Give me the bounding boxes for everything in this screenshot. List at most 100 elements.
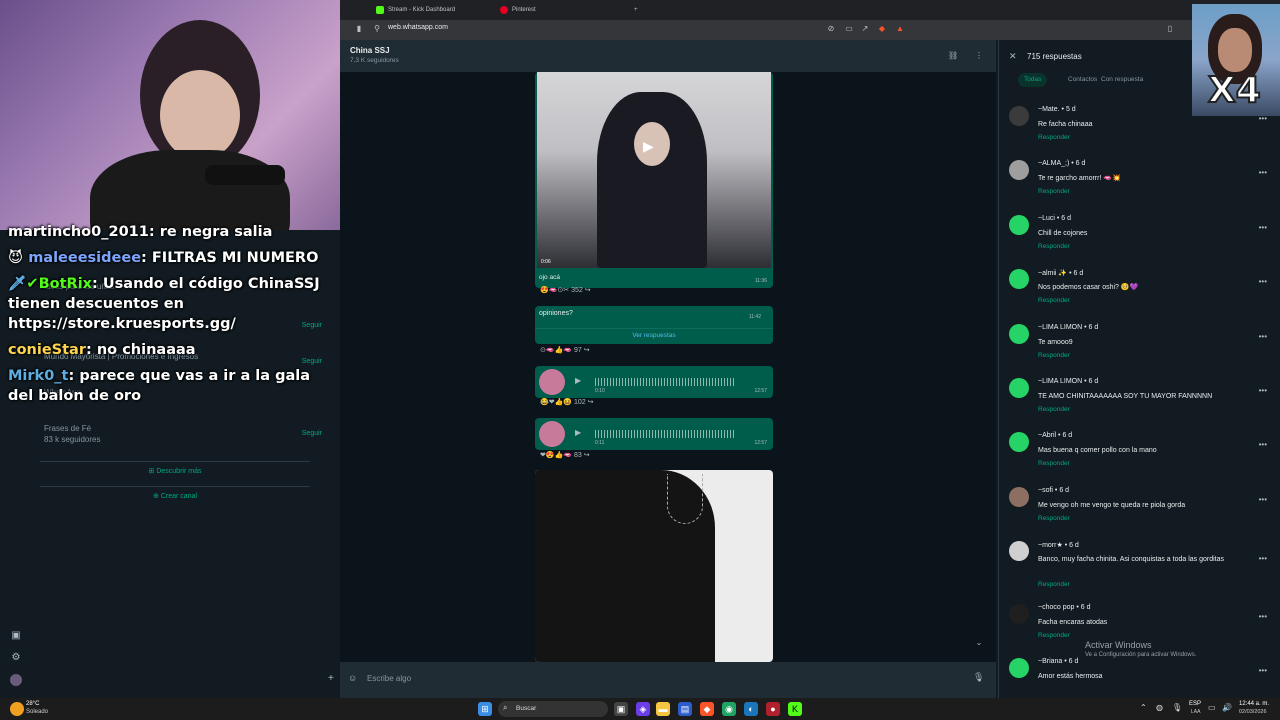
reply-author[interactable]: ~LIMA LIMON • 6 d (1038, 378, 1098, 385)
reply-avatar[interactable] (1009, 324, 1029, 344)
reply-avatar[interactable] (1009, 432, 1029, 452)
reply-avatar[interactable] (1009, 658, 1029, 678)
profile-avatar[interactable] (10, 674, 22, 686)
cast-icon[interactable]: ▭ (844, 24, 854, 34)
clock-time[interactable]: 12:44 a. m. (1239, 701, 1269, 707)
reply-author[interactable]: ~ALMA_;) • 6 d (1038, 160, 1085, 167)
channel-item[interactable]: Frases de Fé (44, 424, 324, 433)
copilot-icon[interactable]: ◈ (636, 702, 650, 716)
reactions-bar[interactable]: 😂❤👍😆 102 ↪ (540, 398, 593, 406)
reply-avatar[interactable] (1009, 541, 1029, 561)
filter-all[interactable]: Todas (1018, 73, 1048, 87)
reply-button[interactable]: Responder (1038, 515, 1070, 522)
reply-menu-icon[interactable]: ••• (1259, 612, 1267, 621)
reply-button[interactable]: Responder (1038, 406, 1070, 413)
reply-button[interactable]: Responder (1038, 581, 1070, 588)
new-tab-button[interactable]: + (620, 2, 638, 18)
reply-menu-icon[interactable]: ••• (1259, 223, 1267, 232)
reply-menu-icon[interactable]: ••• (1259, 277, 1267, 286)
message-input[interactable]: Escribe algo (367, 674, 411, 683)
reply-avatar[interactable] (1009, 106, 1029, 126)
reactions-bar[interactable]: 😍🫦⊙✂ 352 ↪ (540, 286, 591, 294)
reply-menu-icon[interactable]: ••• (1259, 332, 1267, 341)
reply-author[interactable]: ~LIMA LIMON • 6 d (1038, 324, 1098, 331)
reply-author[interactable]: ~Luci • 6 d (1038, 215, 1071, 222)
sticker-icon[interactable]: ☺ (348, 673, 357, 683)
channel-header[interactable]: China SSJ 7,3 K seguidores ⛓ ⋮ (340, 40, 996, 72)
reply-avatar[interactable] (1009, 378, 1029, 398)
reactions-bar[interactable]: ⊙🫦👍🫦 97 ↪ (540, 346, 590, 354)
reply-menu-icon[interactable]: ••• (1259, 554, 1267, 563)
reply-menu-icon[interactable]: ••• (1259, 495, 1267, 504)
obs-icon[interactable]: ● (766, 702, 780, 716)
settings-icon[interactable]: ⚙ (10, 652, 22, 664)
file-explorer-icon[interactable]: ▬ (656, 702, 670, 716)
create-channel-button[interactable]: ⊕ Crear canal (40, 486, 310, 506)
steam-icon[interactable]: ◐ (744, 702, 758, 716)
tray-mic-icon[interactable]: 🎙 (1172, 703, 1182, 712)
reply-author[interactable]: ~almii ✨ • 6 d (1038, 269, 1083, 277)
url-field[interactable]: web.whatsapp.com (388, 24, 448, 31)
reply-avatar[interactable] (1009, 487, 1029, 507)
taskbar-search[interactable]: Buscar (498, 701, 608, 717)
video-message[interactable]: ▶ 0:06 ojo acá 11:36 (535, 72, 773, 288)
reply-button[interactable]: Responder (1038, 188, 1070, 195)
tab-kick-dashboard[interactable]: Stream - Kick Dashboard (374, 2, 494, 18)
attach-plus-icon[interactable]: + (328, 673, 334, 684)
reply-button[interactable]: Responder (1038, 352, 1070, 359)
brave-browser-icon[interactable]: ◆ (700, 702, 714, 716)
brave-rewards-icon[interactable]: ▲ (895, 24, 905, 34)
reply-avatar[interactable] (1009, 160, 1029, 180)
image-message[interactable] (535, 470, 773, 662)
tray-chevron-icon[interactable]: ⌃ (1140, 703, 1147, 712)
audio-message[interactable]: ▶ 0:10 12:57 (535, 366, 773, 398)
see-replies-button[interactable]: Ver respuestas (535, 328, 773, 339)
media-icon[interactable]: ▣ (10, 630, 22, 642)
kick-app-icon[interactable]: K (788, 702, 802, 716)
share-icon[interactable]: ↗ (860, 24, 870, 34)
menu-dots-icon[interactable]: ⋮ (974, 51, 984, 61)
discover-more-button[interactable]: ⊞ Descubrir más (40, 461, 310, 481)
reply-author[interactable]: ~morr★ • 6 d (1038, 541, 1079, 549)
network-icon[interactable]: ▭ (1208, 703, 1216, 712)
video-thumbnail[interactable]: ▶ 0:06 (537, 72, 771, 268)
camera-off-icon[interactable]: ⊘ (826, 24, 836, 34)
close-icon[interactable]: ✕ (1009, 51, 1017, 62)
reply-author[interactable]: ~sofi • 6 d (1038, 487, 1069, 494)
reply-button[interactable]: Responder (1038, 632, 1070, 639)
reply-author[interactable]: ~Abril • 6 d (1038, 432, 1072, 439)
tab-pinterest[interactable]: Pinterest (498, 2, 618, 18)
reply-button[interactable]: Responder (1038, 134, 1070, 141)
volume-icon[interactable]: 🔊 (1222, 703, 1232, 712)
reply-avatar[interactable] (1009, 269, 1029, 289)
reply-avatar[interactable] (1009, 604, 1029, 624)
audio-waveform[interactable] (595, 430, 735, 438)
reply-menu-icon[interactable]: ••• (1259, 666, 1267, 675)
task-view-icon[interactable]: ▣ (614, 702, 628, 716)
reply-menu-icon[interactable]: ••• (1259, 168, 1267, 177)
bookmark-icon[interactable]: ▮ (354, 24, 364, 34)
brave-shield-icon[interactable]: ◆ (877, 24, 887, 34)
language-indicator[interactable]: ESP (1189, 701, 1201, 707)
tray-app-icon[interactable]: ◍ (1156, 703, 1163, 712)
reply-author[interactable]: ~Mate. • 5 d (1038, 106, 1076, 113)
weather-icon[interactable] (10, 702, 24, 716)
audio-waveform[interactable] (595, 378, 735, 386)
start-icon[interactable]: ⊞ (478, 702, 492, 716)
link-icon[interactable]: ⛓ (948, 51, 958, 61)
store-icon[interactable]: ▤ (678, 702, 692, 716)
text-message[interactable]: opiniones? 11:42 Ver respuestas (535, 306, 773, 344)
app-icon[interactable]: ◉ (722, 702, 736, 716)
sidebar-icon[interactable]: ▯ (1165, 24, 1175, 34)
reply-button[interactable]: Responder (1038, 243, 1070, 250)
reply-menu-icon[interactable]: ••• (1259, 440, 1267, 449)
follow-button[interactable]: Seguir (302, 430, 322, 437)
scroll-down-icon[interactable]: ⌄ (974, 638, 984, 648)
reply-avatar[interactable] (1009, 215, 1029, 235)
play-icon[interactable]: ▶ (575, 428, 581, 437)
audio-message[interactable]: ▶ 0:11 12:57 (535, 418, 773, 450)
filter-with-replies[interactable]: Con respuesta (1095, 73, 1149, 87)
reply-author[interactable]: ~choco pop • 6 d (1038, 604, 1090, 611)
reply-button[interactable]: Responder (1038, 297, 1070, 304)
site-info-icon[interactable]: ⚲ (372, 24, 382, 34)
